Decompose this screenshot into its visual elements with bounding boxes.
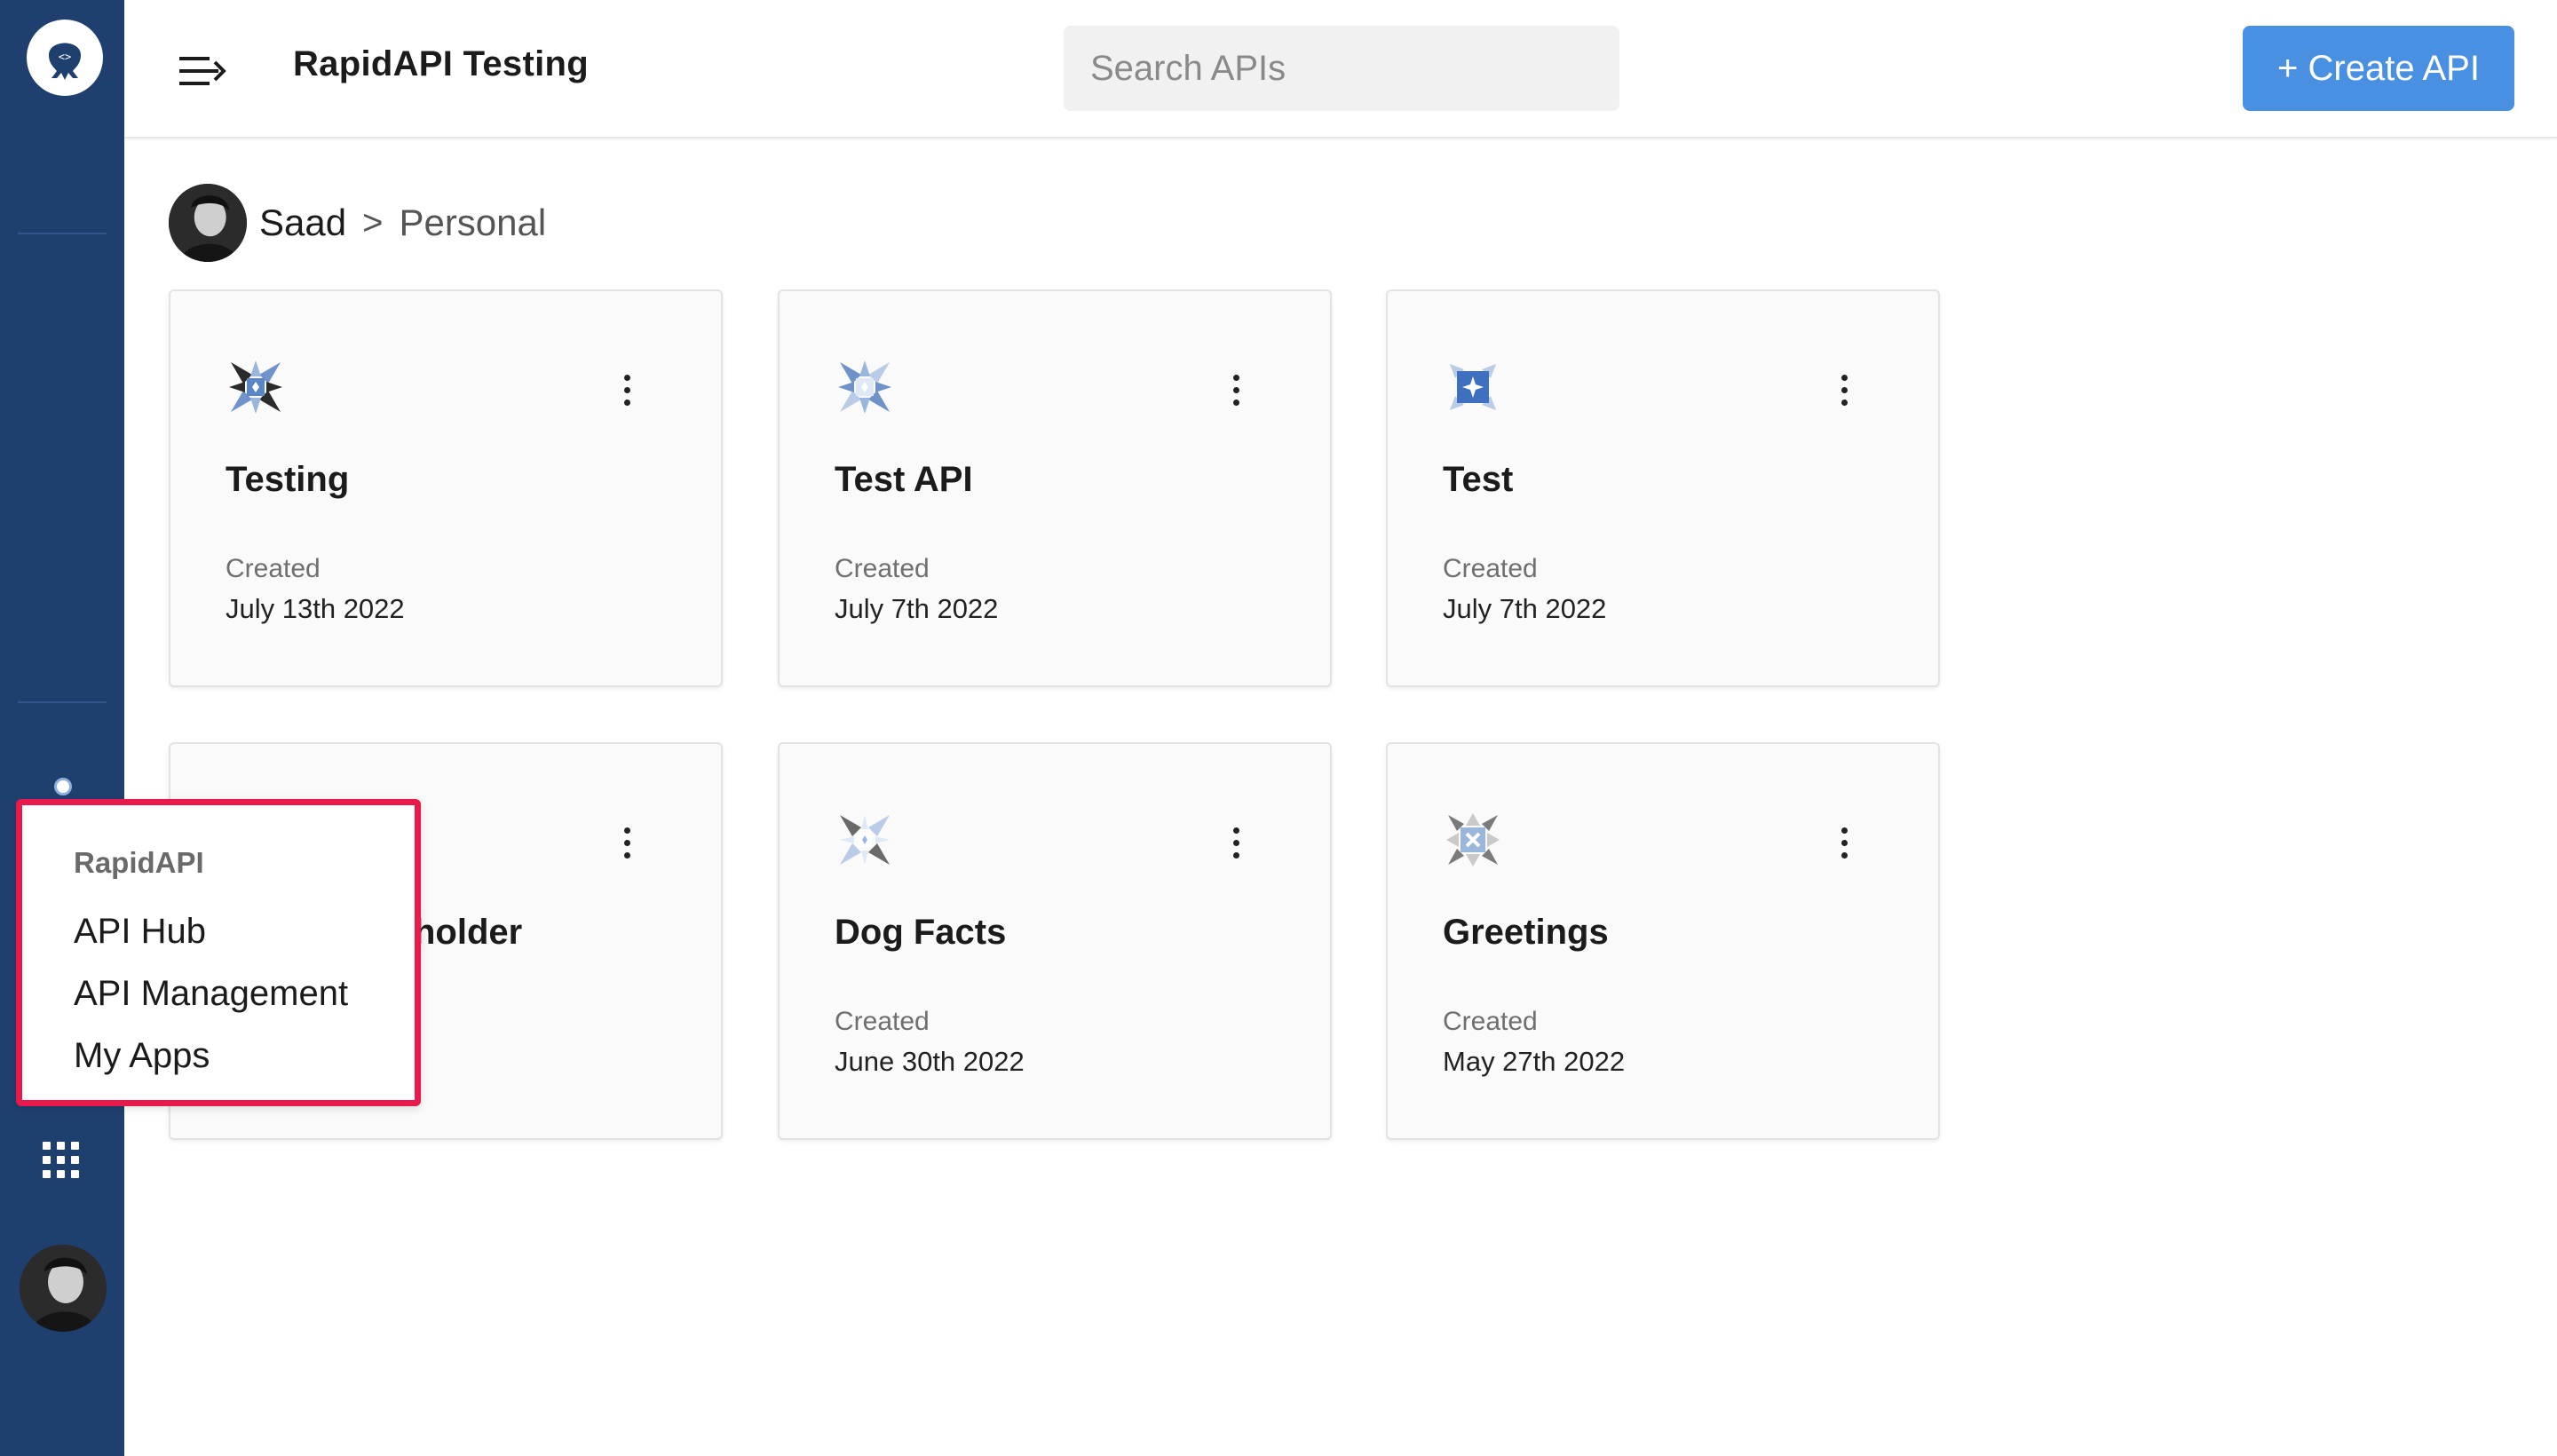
menu-collapse-icon[interactable] <box>178 51 227 91</box>
api-card[interactable]: Test Created July 7th 2022 <box>1386 289 1940 687</box>
api-card[interactable]: Greetings Created May 27th 2022 <box>1386 742 1940 1140</box>
api-card[interactable]: Testing Created July 13th 2022 <box>169 289 723 687</box>
more-vertical-icon[interactable] <box>1832 822 1858 866</box>
apps-grid-icon[interactable] <box>43 1142 80 1179</box>
more-vertical-icon[interactable] <box>1832 369 1858 414</box>
more-vertical-icon[interactable] <box>614 822 641 866</box>
created-date: July 13th 2022 <box>226 593 405 624</box>
created-label: Created <box>835 554 930 583</box>
created-label: Created <box>1443 554 1538 583</box>
pinwheel-logo-icon <box>838 360 891 414</box>
top-header: RapidAPI Testing + Create API <box>124 0 2557 138</box>
menu-item-api-hub[interactable]: API Hub <box>74 912 206 952</box>
created-date: July 7th 2022 <box>1443 593 1607 624</box>
user-avatar[interactable] <box>20 1245 107 1332</box>
api-name: Testing <box>226 460 350 499</box>
pinwheel-logo-icon <box>1450 364 1496 410</box>
pinwheel-logo-icon <box>229 360 282 414</box>
api-name: Dog Facts <box>835 913 1007 952</box>
menu-heading: RapidAPI <box>74 846 204 879</box>
breadcrumb-user[interactable]: Saad <box>259 202 346 244</box>
breadcrumb-separator: > <box>362 202 384 242</box>
rail-divider <box>18 233 107 234</box>
octopus-logo-icon[interactable]: <> <box>27 20 103 96</box>
more-vertical-icon[interactable] <box>1223 822 1250 866</box>
breadcrumb: Saad > Personal <box>169 183 546 263</box>
api-card[interactable]: Dog Facts Created June 30th 2022 <box>778 742 1332 1140</box>
created-label: Created <box>226 554 321 583</box>
rail-indicator-dot[interactable] <box>54 778 72 795</box>
sidebar-rail: <> <box>0 0 124 1456</box>
created-label: Created <box>835 1007 930 1036</box>
search-input[interactable] <box>1064 26 1619 111</box>
api-name: Test <box>1443 460 1514 499</box>
api-card[interactable]: Test API Created July 7th 2022 <box>778 289 1332 687</box>
svg-text:<>: <> <box>59 51 71 63</box>
more-vertical-icon[interactable] <box>1223 369 1250 414</box>
created-label: Created <box>1443 1007 1538 1036</box>
rail-divider <box>18 701 107 703</box>
created-date: July 7th 2022 <box>835 593 999 624</box>
menu-item-my-apps[interactable]: My Apps <box>74 1036 210 1076</box>
product-switcher-menu: RapidAPI API Hub API Management My Apps <box>16 799 421 1106</box>
page-title: RapidAPI Testing <box>293 44 589 83</box>
api-name: Greetings <box>1443 913 1609 952</box>
avatar <box>169 184 247 262</box>
pinwheel-logo-icon <box>840 815 890 865</box>
created-date: June 30th 2022 <box>835 1046 1025 1077</box>
created-date: May 27th 2022 <box>1443 1046 1626 1077</box>
menu-item-api-management[interactable]: API Management <box>74 974 348 1014</box>
api-name: holder <box>414 913 523 952</box>
breadcrumb-workspace[interactable]: Personal <box>399 202 546 244</box>
more-vertical-icon[interactable] <box>614 369 641 414</box>
create-api-button[interactable]: + Create API <box>2243 26 2514 111</box>
api-name: Test API <box>835 460 973 499</box>
pinwheel-logo-icon <box>1446 813 1500 866</box>
